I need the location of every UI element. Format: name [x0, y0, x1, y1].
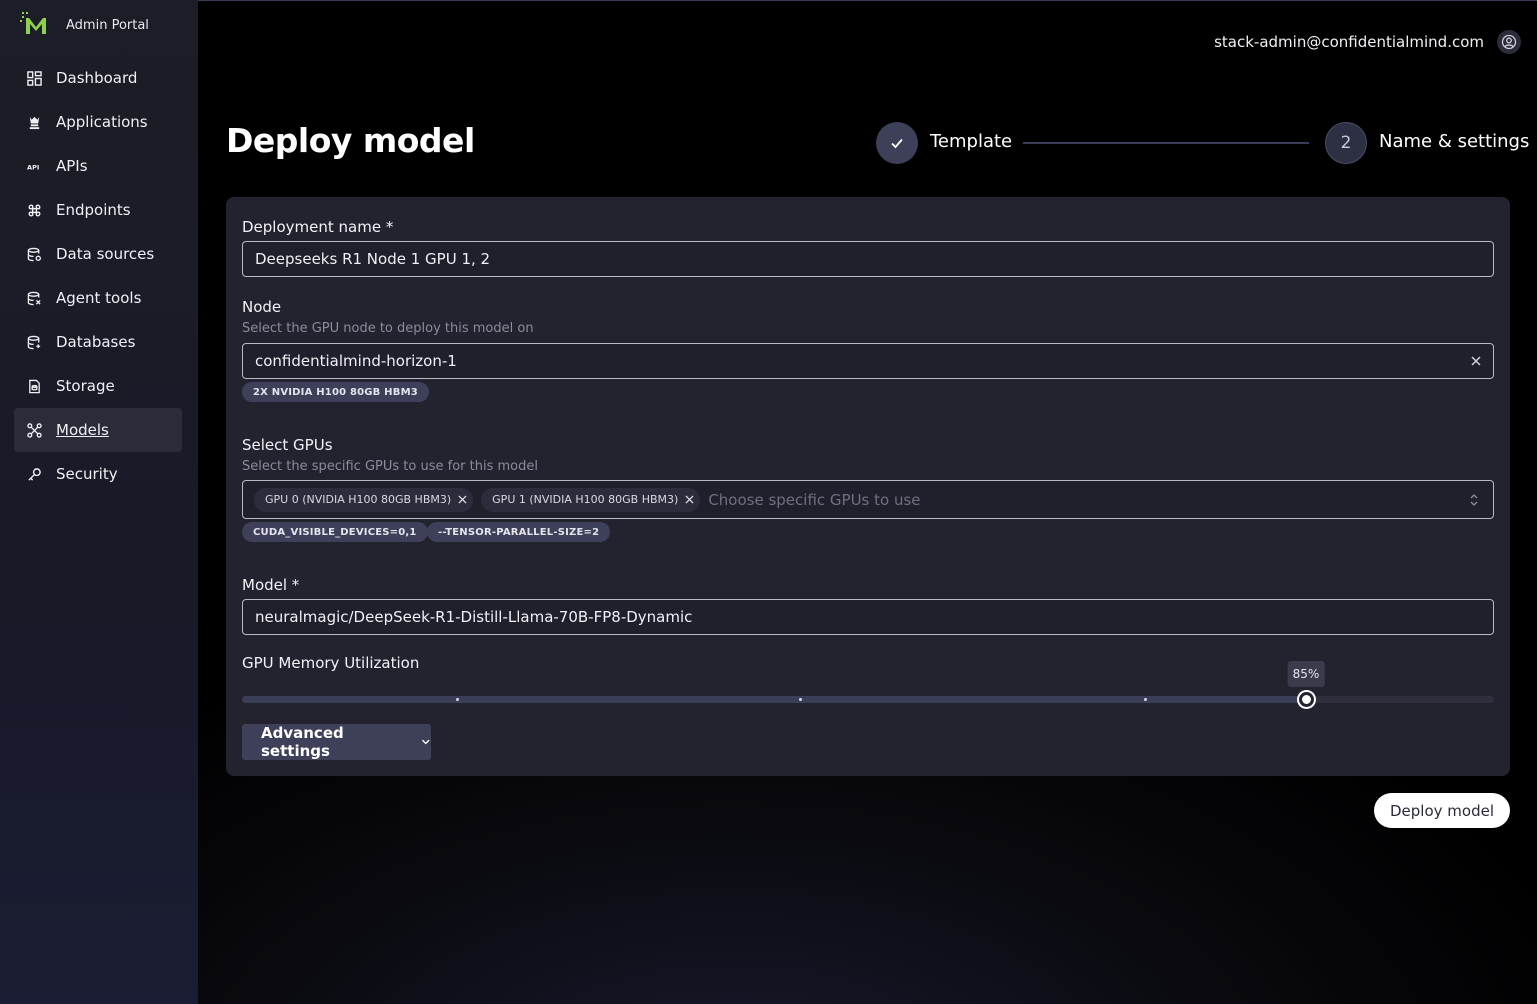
sidebar-item-apis[interactable]: API APIs [14, 144, 182, 188]
user-circle-icon[interactable] [1497, 30, 1521, 54]
deployment-name-input[interactable]: Deepseeks R1 Node 1 GPU 1, 2 [242, 241, 1494, 277]
database-tool-icon [26, 290, 42, 306]
page-title: Deploy model [226, 121, 475, 160]
sidebar-item-label: Models [56, 421, 109, 439]
chevron-updown-icon[interactable] [1469, 493, 1479, 507]
key-icon [26, 466, 42, 482]
models-icon [26, 422, 42, 438]
sidebar-item-models[interactable]: Models [14, 408, 182, 452]
sidebar-item-storage[interactable]: Storage [14, 364, 182, 408]
database-icon [26, 334, 42, 350]
user-menu[interactable]: stack-admin@confidentialmind.com [1214, 30, 1521, 54]
deploy-model-button[interactable]: Deploy model [1374, 793, 1510, 828]
api-icon: API [26, 158, 42, 174]
confidentialmind-logo-icon [20, 12, 52, 38]
grid-icon [26, 70, 42, 86]
sidebar-item-label: Data sources [56, 245, 155, 263]
sidebar-item-label: Applications [56, 113, 148, 131]
clear-icon[interactable] [1469, 354, 1483, 368]
slider-thumb[interactable] [1299, 692, 1314, 707]
step-connector [1023, 142, 1309, 144]
chevron-down-icon [422, 739, 431, 745]
model-label: Model * [242, 576, 300, 594]
sidebar-nav: Dashboard Applications API APIs Endpoint… [14, 56, 182, 496]
user-email: stack-admin@confidentialmind.com [1214, 33, 1484, 51]
step-name-settings-circle: 2 [1325, 122, 1367, 164]
command-icon [26, 202, 42, 218]
gpus-multiselect[interactable]: GPU 0 (NVIDIA H100 80GB HBM3) GPU 1 (NVI… [242, 480, 1494, 519]
node-label: Node [242, 298, 282, 316]
gpu-chip: GPU 0 (NVIDIA H100 80GB HBM3) [254, 487, 474, 512]
sidebar-item-label: Agent tools [56, 289, 142, 307]
sidebar-item-label: Endpoints [56, 201, 131, 219]
deploy-model-label: Deploy model [1390, 801, 1494, 820]
gpu-chip-label: GPU 1 (NVIDIA H100 80GB HBM3) [492, 493, 679, 506]
sidebar-item-agent-tools[interactable]: Agent tools [14, 276, 182, 320]
app-title: Admin Portal [66, 17, 149, 33]
step-number: 2 [1340, 133, 1352, 153]
gpus-label: Select GPUs [242, 436, 333, 454]
step-template-label: Template [930, 131, 1013, 152]
sidebar-item-label: Storage [56, 377, 115, 395]
gpu-memory-label: GPU Memory Utilization [242, 654, 420, 672]
node-help: Select the GPU node to deploy this model… [242, 321, 534, 336]
sidebar-item-data-sources[interactable]: Data sources [14, 232, 182, 276]
gpus-help: Select the specific GPUs to use for this… [242, 459, 538, 474]
advanced-settings-label: Advanced settings [261, 724, 344, 760]
deploy-form-card: Deployment name * Deepseeks R1 Node 1 GP… [226, 197, 1510, 776]
remove-icon[interactable] [684, 495, 694, 505]
deployment-name-label: Deployment name * [242, 218, 394, 236]
slider-tick [799, 698, 802, 701]
sidebar-item-label: Security [56, 465, 118, 483]
node-select[interactable]: confidentialmind-horizon-1 [242, 343, 1494, 379]
sidebar-item-security[interactable]: Security [14, 452, 182, 496]
sidebar: Admin Portal Dashboard Applications API … [0, 0, 198, 1004]
remove-icon[interactable] [457, 495, 467, 505]
database-gear-icon [26, 246, 42, 262]
sidebar-item-label: Databases [56, 333, 136, 351]
svg-text:API: API [27, 163, 39, 171]
stepper: Template 2 Name & settings [876, 121, 1529, 165]
file-icon [26, 378, 42, 394]
deployment-name-value: Deepseeks R1 Node 1 GPU 1, 2 [255, 250, 491, 268]
cuda-devices-badge: CUDA_VISIBLE_DEVICES=0,1 [242, 522, 428, 542]
sidebar-item-label: Dashboard [56, 69, 138, 87]
slider-tick [456, 698, 459, 701]
node-value: confidentialmind-horizon-1 [255, 352, 457, 370]
brand[interactable]: Admin Portal [20, 12, 149, 38]
main-content: stack-admin@confidentialmind.com Deploy … [198, 1, 1537, 1004]
model-input[interactable]: neuralmagic/DeepSeek-R1-Distill-Llama-70… [242, 599, 1494, 635]
step-name-settings-label: Name & settings [1379, 131, 1530, 152]
sidebar-item-endpoints[interactable]: Endpoints [14, 188, 182, 232]
gpu-chip: GPU 1 (NVIDIA H100 80GB HBM3) [481, 487, 701, 512]
gpu-memory-slider[interactable] [242, 692, 1494, 707]
model-value: neuralmagic/DeepSeek-R1-Distill-Llama-70… [255, 608, 693, 626]
check-icon [891, 138, 903, 149]
tensor-parallel-badge: --TENSOR-PARALLEL-SIZE=2 [427, 522, 611, 542]
advanced-settings-button[interactable]: Advanced settings [242, 724, 431, 760]
slider-value-tooltip: 85% [1287, 661, 1325, 687]
slider-tick [1144, 698, 1147, 701]
gpu-chip-label: GPU 0 (NVIDIA H100 80GB HBM3) [265, 493, 452, 506]
sidebar-item-dashboard[interactable]: Dashboard [14, 56, 182, 100]
step-template-circle[interactable] [876, 122, 918, 164]
sidebar-item-applications[interactable]: Applications [14, 100, 182, 144]
sidebar-item-label: APIs [56, 157, 88, 175]
node-gpu-badge: 2X NVIDIA H100 80GB HBM3 [242, 382, 429, 402]
gpus-placeholder[interactable]: Choose specific GPUs to use [708, 491, 920, 509]
chess-icon [26, 114, 42, 130]
sidebar-item-databases[interactable]: Databases [14, 320, 182, 364]
